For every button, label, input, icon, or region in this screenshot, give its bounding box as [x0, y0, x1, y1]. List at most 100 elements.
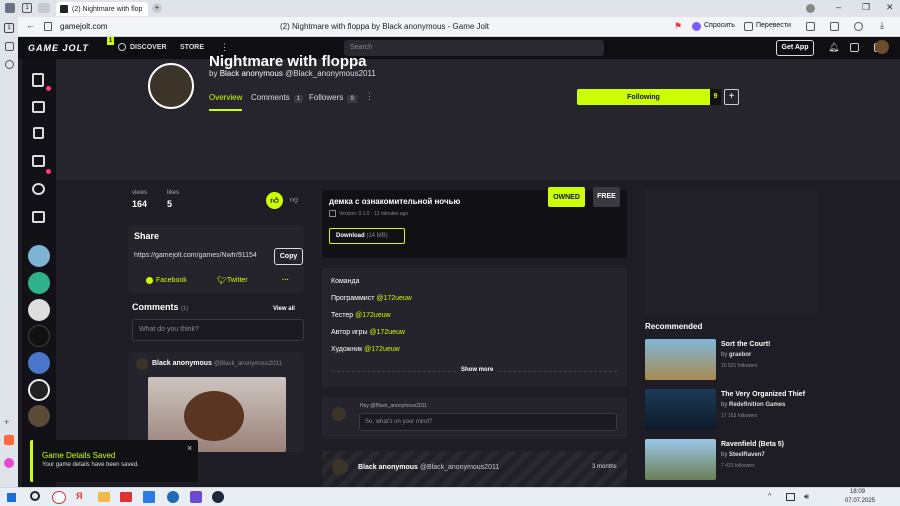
- search-input[interactable]: Search: [344, 40, 604, 56]
- copy-button[interactable]: Copy: [274, 248, 303, 265]
- feed-author-avatar[interactable]: [332, 459, 348, 475]
- screenshot-icon[interactable]: [806, 22, 815, 31]
- feed-author-name[interactable]: Black anonymous: [358, 464, 418, 471]
- post-input[interactable]: So, what's on your mind?: [359, 413, 617, 431]
- mention-link[interactable]: @172ueuw: [376, 295, 412, 302]
- profile-icon[interactable]: [806, 4, 815, 13]
- trophy-icon[interactable]: [32, 155, 45, 167]
- back-icon[interactable]: ←: [26, 20, 35, 30]
- rail-counter[interactable]: 1: [4, 23, 14, 33]
- store-icon[interactable]: [32, 101, 45, 113]
- new-tab-icon[interactable]: +: [152, 3, 162, 13]
- get-app-button[interactable]: Get App: [776, 40, 814, 56]
- history-icon[interactable]: [5, 60, 14, 69]
- tab-overview[interactable]: Overview: [209, 93, 242, 102]
- view-all-comments-link[interactable]: View all: [273, 306, 295, 312]
- twitter-share-button[interactable]: Twitter: [227, 277, 248, 284]
- mention-link[interactable]: @172ueuw: [369, 329, 405, 336]
- community-avatar-5[interactable]: [28, 352, 50, 374]
- yandex-browser-icon[interactable]: [52, 491, 66, 504]
- download-button[interactable]: Download (14 MB): [329, 228, 405, 244]
- recommended-dev-name[interactable]: Redefinition Games: [729, 402, 785, 408]
- tab-counter[interactable]: 1: [22, 3, 32, 13]
- community-avatar-2[interactable]: [28, 272, 50, 294]
- store-app-icon[interactable]: [143, 491, 155, 503]
- community-avatar-4[interactable]: [28, 325, 50, 347]
- browser-menu-icon[interactable]: [5, 3, 15, 13]
- app-icon-orange[interactable]: [4, 435, 14, 445]
- recommended-title[interactable]: The Very Organized Thief: [721, 391, 805, 398]
- tab-comments[interactable]: Comments 1: [251, 93, 304, 103]
- show-more-button[interactable]: Show more: [458, 367, 497, 373]
- community-avatar-7[interactable]: [28, 405, 50, 427]
- comment-input[interactable]: What do you think?: [132, 319, 304, 341]
- yandex-icon[interactable]: Я: [76, 491, 88, 504]
- url-text[interactable]: gamejolt.com: [60, 22, 108, 31]
- activity-icon[interactable]: [850, 43, 859, 52]
- feed-author-handle[interactable]: @Black_anonymous2011: [420, 464, 499, 471]
- recommended-item[interactable]: The Very Organized Thief by Redefinition…: [645, 389, 885, 433]
- community-avatar-1[interactable]: [28, 245, 50, 267]
- bell-icon[interactable]: 🔔︎: [828, 42, 839, 53]
- mention-link[interactable]: @172ueuw: [364, 346, 400, 353]
- explorer-icon[interactable]: [98, 492, 110, 502]
- clock-date[interactable]: 07.07.2025: [845, 498, 875, 504]
- edge-icon[interactable]: [167, 491, 179, 503]
- more-menu-icon[interactable]: ⋮: [220, 42, 229, 53]
- like-button-icon[interactable]: 👍︎: [266, 192, 283, 209]
- game-avatar[interactable]: [148, 63, 194, 109]
- recommended-thumbnail[interactable]: [645, 439, 716, 480]
- tray-chevron-icon[interactable]: ^: [768, 493, 771, 500]
- gamejolt-logo[interactable]: GAME JOLT: [28, 43, 89, 53]
- page-info-icon[interactable]: [44, 22, 52, 31]
- translate-button[interactable]: Перевести: [756, 22, 791, 29]
- author-link[interactable]: Black anonymous: [220, 69, 283, 78]
- clock-time[interactable]: 18:09: [850, 489, 865, 495]
- discord-icon[interactable]: [32, 183, 45, 195]
- restore-icon[interactable]: ❐: [862, 2, 870, 13]
- more-options-icon[interactable]: ⋮: [365, 91, 374, 102]
- author-handle[interactable]: @Black_anonymous2011: [285, 69, 376, 78]
- extensions-icon[interactable]: [854, 22, 863, 31]
- facebook-share-button[interactable]: Facebook: [156, 277, 187, 284]
- recommended-thumbnail[interactable]: [645, 389, 716, 430]
- more-share-button[interactable]: ···: [282, 277, 289, 284]
- tab-followers[interactable]: Followers 9: [309, 93, 357, 103]
- collections-icon[interactable]: [5, 42, 14, 51]
- share-link-input[interactable]: https://gamejolt.com/games/Nwfr/91154: [134, 252, 268, 259]
- close-window-icon[interactable]: ✕: [886, 2, 894, 13]
- store-link[interactable]: STORE: [180, 44, 204, 51]
- network-icon[interactable]: [786, 493, 795, 501]
- app-icon-purple[interactable]: [190, 491, 202, 503]
- recommended-dev-name[interactable]: SteelRaven7: [729, 452, 765, 458]
- discover-link[interactable]: DISCOVER: [130, 44, 167, 51]
- add-panel-icon[interactable]: +: [4, 417, 9, 427]
- toast-close-icon[interactable]: ×: [187, 443, 192, 453]
- recommended-item[interactable]: Ravenfield (Beta 5) by SteelRaven7 7 431…: [645, 439, 885, 483]
- dislike-button-icon[interactable]: 👎︎: [290, 195, 298, 205]
- user-avatar[interactable]: [875, 40, 889, 54]
- media-icon[interactable]: [120, 492, 132, 502]
- comment-author-avatar[interactable]: [136, 358, 148, 370]
- search-icon[interactable]: [30, 491, 40, 501]
- recommended-title[interactable]: Ravenfield (Beta 5): [721, 441, 784, 448]
- recommended-item[interactable]: Sort the Court! by graebor 10 531 follow…: [645, 339, 885, 383]
- home-icon[interactable]: [32, 73, 44, 87]
- app-icon-alice[interactable]: [4, 458, 14, 468]
- calendar-icon[interactable]: [32, 211, 45, 223]
- following-button[interactable]: Following: [577, 89, 710, 105]
- library-icon[interactable]: [33, 127, 44, 139]
- comment-author-name[interactable]: Black anonymous: [152, 360, 212, 367]
- bookmark-icon[interactable]: ⚑: [674, 21, 682, 32]
- reader-icon[interactable]: [830, 22, 839, 31]
- ask-button[interactable]: Спросить: [704, 22, 735, 29]
- minimize-icon[interactable]: –: [836, 2, 841, 12]
- add-to-playlist-button[interactable]: +: [724, 89, 739, 105]
- community-avatar-3[interactable]: [28, 299, 50, 321]
- downloads-icon[interactable]: ⤓: [880, 20, 884, 31]
- feed-post[interactable]: Black anonymous @Black_anonymous2011 3 m…: [322, 451, 627, 487]
- comment-author-handle[interactable]: @Black_anonymous2011: [214, 361, 282, 367]
- volume-icon[interactable]: 🔊︎: [804, 492, 809, 502]
- browser-tab[interactable]: (2) Nightmare with flop: [56, 2, 148, 16]
- recommended-title[interactable]: Sort the Court!: [721, 341, 770, 348]
